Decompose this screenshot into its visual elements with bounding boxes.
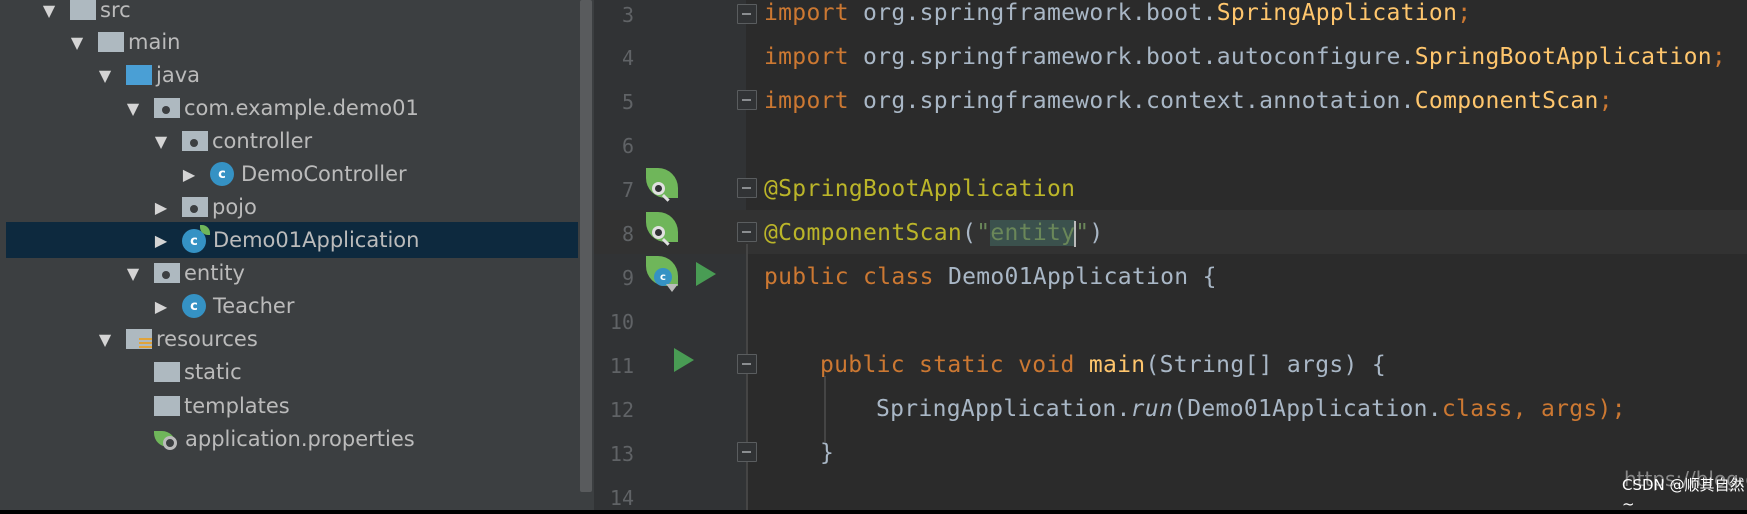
bottom-edge [0, 510, 1747, 514]
tree-item-static[interactable]: ▶ static [0, 354, 578, 390]
chevron-down-icon[interactable]: ▼ [40, 1, 58, 20]
fold-marker-icon[interactable] [737, 90, 757, 110]
tree-item-label: Demo01Application [213, 228, 420, 252]
chevron-right-icon[interactable]: ▶ [152, 231, 170, 250]
resources-folder-icon [126, 329, 152, 349]
source-folder-icon [126, 65, 152, 85]
tree-item-com-example-demo01[interactable]: ▼ com.example.demo01 [0, 90, 578, 126]
chevron-right-icon[interactable]: ▶ [180, 165, 198, 184]
project-scrollbar-thumb[interactable] [580, 0, 592, 492]
chevron-right-icon[interactable]: ▶ [152, 198, 170, 217]
line-number: 14 [609, 486, 634, 510]
code-line-7: @SpringBootApplication [764, 176, 1076, 202]
tree-item-resources[interactable]: ▼ resources [0, 321, 578, 357]
tree-item-templates[interactable]: ▶ templates [0, 388, 578, 424]
line-number: 6 [621, 134, 634, 158]
tree-item-java[interactable]: ▼ java [0, 57, 578, 93]
fold-guide-line [746, 244, 748, 510]
package-icon [182, 197, 208, 217]
fold-marker-icon[interactable] [737, 4, 757, 24]
chevron-down-icon[interactable]: ▼ [96, 330, 114, 349]
indent-guide-line [824, 376, 826, 442]
class-icon: c [182, 294, 206, 318]
tree-item-label: DemoController [241, 162, 407, 186]
tree-item-democontroller[interactable]: ▶ c DemoController [0, 156, 578, 192]
line-number: 4 [621, 46, 634, 70]
tree-item-teacher[interactable]: ▶ c Teacher [0, 288, 578, 324]
line-number: 5 [621, 90, 634, 114]
spring-boot-class-icon: c [182, 225, 210, 253]
tree-item-label: com.example.demo01 [184, 96, 419, 120]
code-line-4: import org.springframework.boot.autoconf… [764, 44, 1727, 70]
line-number: 10 [609, 310, 634, 334]
tree-item-demo01application[interactable]: ▶ c Demo01Application [6, 222, 578, 258]
line-number: 3 [621, 3, 634, 27]
chevron-down-icon[interactable]: ▼ [124, 99, 142, 118]
spring-boot-config-icon[interactable]: c [646, 256, 682, 292]
tree-item-main[interactable]: ▼ main [0, 24, 578, 60]
chevron-down-icon[interactable]: ▼ [96, 66, 114, 85]
folder-icon [70, 0, 96, 20]
code-line-3: import org.springframework.boot.SpringAp… [764, 0, 1472, 26]
fold-marker-icon[interactable] [737, 442, 757, 462]
fold-marker-icon[interactable] [737, 354, 757, 374]
code-line-11: public static void main(String[] args) { [820, 352, 1386, 378]
code-line-9: public class Demo01Application { [764, 264, 1217, 290]
editor-gutter [594, 0, 746, 510]
spring-properties-icon [154, 427, 180, 451]
code-line-13: } [820, 440, 835, 466]
spring-bean-navigate-icon[interactable] [646, 212, 682, 248]
code-editor[interactable] [594, 0, 1747, 510]
line-number: 8 [621, 222, 634, 246]
tree-item-label: Teacher [213, 294, 295, 318]
chevron-down-icon[interactable]: ▼ [68, 33, 86, 52]
code-line-5: import org.springframework.context.annot… [764, 88, 1613, 114]
class-icon: c [210, 162, 234, 186]
chevron-down-icon[interactable]: ▼ [124, 264, 142, 283]
code-line-8: @ComponentScan("entity") [764, 220, 1104, 247]
run-icon[interactable] [696, 262, 716, 286]
folder-icon [98, 32, 124, 52]
tree-item-label: pojo [212, 195, 257, 219]
tree-item-label: application.properties [185, 427, 415, 451]
line-number: 7 [621, 178, 634, 202]
tree-item-label: resources [156, 327, 258, 351]
tree-item-label: entity [184, 261, 245, 285]
tree-item-controller[interactable]: ▼ controller [0, 123, 578, 159]
chevron-right-icon[interactable]: ▶ [152, 297, 170, 316]
line-number: 9 [621, 266, 634, 290]
tree-item-label: controller [212, 129, 313, 153]
folder-icon [154, 396, 180, 416]
run-icon[interactable] [674, 348, 694, 372]
fold-marker-icon[interactable] [737, 178, 757, 198]
package-icon [154, 98, 180, 118]
tree-item-label: static [184, 360, 242, 384]
tree-item-label: java [156, 63, 200, 87]
tree-item-pojo[interactable]: ▶ pojo [0, 189, 578, 225]
spring-bean-navigate-icon[interactable] [646, 168, 682, 204]
package-icon [182, 131, 208, 151]
line-number: 12 [609, 398, 634, 422]
tree-item-application-properties[interactable]: ▶ application.properties [0, 421, 578, 457]
tree-item-entity[interactable]: ▼ entity [0, 255, 578, 291]
tree-item-label: templates [184, 394, 290, 418]
line-number: 11 [609, 354, 634, 378]
chevron-down-icon[interactable]: ▼ [152, 132, 170, 151]
ide-window: ▼ src ▼ main ▼ java ▼ com.example.demo01… [0, 0, 1747, 510]
tree-item-label: main [128, 30, 181, 54]
fold-marker-icon[interactable] [737, 222, 757, 242]
watermark: CSDN @顺其自然~ [1622, 476, 1745, 510]
line-number: 13 [609, 442, 634, 466]
code-line-12: SpringApplication.run(Demo01Application.… [876, 396, 1626, 422]
package-icon [154, 263, 180, 283]
folder-icon [154, 362, 180, 382]
tree-item-label: src [100, 0, 131, 22]
